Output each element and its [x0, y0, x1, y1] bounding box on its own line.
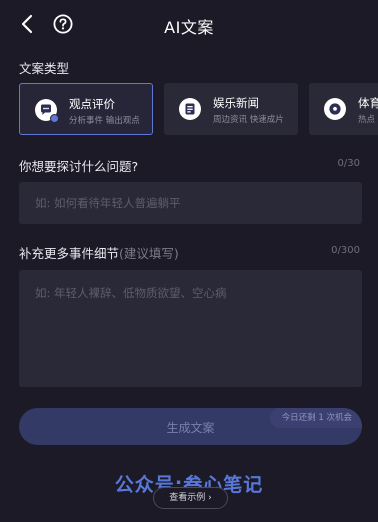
news-document-icon	[179, 98, 201, 120]
detail-char-count: 0/300	[331, 245, 360, 256]
card-title: 体育	[358, 96, 378, 110]
detail-textarea[interactable]	[19, 270, 362, 387]
card-subtitle: 分析事件 输出观点	[69, 116, 140, 126]
detail-label-hint: (建议填写)	[119, 246, 179, 261]
question-char-count: 0/30	[337, 158, 360, 169]
detail-label-text: 补充更多事件细节	[19, 246, 120, 261]
generate-button[interactable]: 生成文案 今日还剩 1 次机会	[19, 408, 362, 445]
card-sports[interactable]: 体育 热点	[309, 83, 378, 135]
header: AI文案	[0, 0, 378, 48]
copy-type-label: 文案类型	[19, 61, 70, 76]
copy-type-list: 观点评价 分析事件 输出观点 娱乐新闻 周边资讯 快速成片 体育 热点	[0, 83, 378, 137]
view-example-button[interactable]: 查看示例 ›	[153, 487, 228, 509]
question-label: 你想要探讨什么问题?	[19, 159, 139, 174]
page-title: AI文案	[164, 18, 214, 37]
question-field	[19, 182, 362, 224]
accent-dot-icon	[50, 114, 59, 123]
question-input[interactable]	[19, 182, 362, 224]
card-subtitle: 周边资讯 快速成片	[213, 115, 284, 125]
card-subtitle: 热点	[358, 115, 376, 125]
ai-copywriting-page: AI文案 文案类型 观点评价 分析事件 输出观点 娱乐新闻 周边资讯 快速成片 …	[0, 0, 378, 522]
card-entertainment-news[interactable]: 娱乐新闻 周边资讯 快速成片	[164, 83, 298, 135]
card-title: 观点评价	[69, 97, 115, 111]
card-opinion-review[interactable]: 观点评价 分析事件 输出观点	[19, 83, 153, 135]
detail-label: 补充更多事件细节(建议填写)	[19, 243, 179, 262]
soccer-ball-icon	[324, 98, 346, 120]
card-title: 娱乐新闻	[213, 96, 259, 110]
remaining-quota-badge: 今日还剩 1 次机会	[269, 408, 362, 428]
detail-field	[19, 270, 362, 387]
